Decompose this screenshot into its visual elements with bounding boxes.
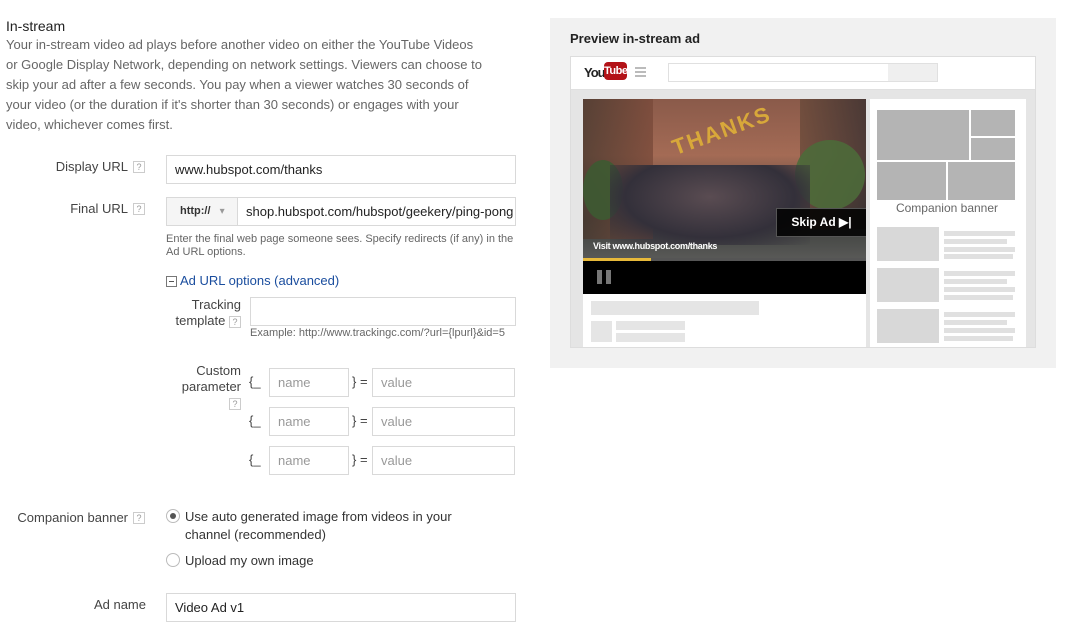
related-text-placeholder [944, 320, 1007, 325]
final-url-hint: Enter the final web page someone sees. S… [166, 233, 514, 258]
custom-param-value-input[interactable]: value [372, 407, 515, 436]
related-thumb-placeholder [877, 268, 939, 302]
protocol-value: http:// [180, 205, 211, 217]
pause-icon [597, 270, 612, 284]
radio-auto-generated-line1: Use auto generated image from videos in … [185, 509, 452, 524]
custom-parameter-label-line2: parameter [181, 379, 241, 394]
custom-param-value-input[interactable]: value [372, 446, 515, 475]
tracking-template-help-icon[interactable]: ? [229, 315, 241, 328]
custom-param-value-input[interactable]: value [372, 368, 515, 397]
video-title-placeholder [591, 301, 759, 315]
tracking-template-label-line2: template ? [150, 313, 241, 329]
video-visit-link: Visit www.hubspot.com/thanks [593, 241, 718, 251]
close-brace-equals: } = [352, 374, 368, 389]
related-text-placeholder [944, 271, 1015, 276]
youtube-logo-text: You [584, 65, 606, 80]
tracking-template-input[interactable] [250, 297, 516, 326]
radio-upload-own[interactable] [166, 553, 180, 567]
open-brace: {_ [249, 413, 261, 428]
companion-banner-label: Companion banner [17, 510, 128, 525]
skip-ad-button: Skip Ad ▶| [776, 208, 866, 237]
related-text-placeholder [944, 231, 1015, 236]
companion-banner-caption: Companion banner [895, 201, 999, 215]
channel-avatar-placeholder [591, 321, 612, 342]
view-count-placeholder [616, 333, 685, 342]
ad-name-label: Ad name [93, 597, 146, 612]
display-url-label: Display URL [55, 159, 128, 174]
companion-banner-tile [877, 110, 969, 160]
related-text-placeholder [944, 239, 1007, 244]
related-thumb-placeholder [877, 227, 939, 261]
custom-parameter-help-icon[interactable]: ? [229, 397, 241, 410]
radio-auto-generated-line2: channel (recommended) [185, 527, 326, 542]
display-url-help-icon[interactable]: ? [133, 161, 145, 173]
final-url-label: Final URL [70, 201, 128, 216]
companion-banner-tile [971, 110, 1015, 136]
display-url-input[interactable]: www.hubspot.com/thanks [166, 155, 516, 184]
related-text-placeholder [944, 279, 1007, 284]
ad-url-options-label: Ad URL options (advanced) [180, 273, 340, 288]
tracking-template-label-text: template [175, 313, 226, 328]
custom-param-name-input[interactable]: name [269, 446, 349, 475]
radio-auto-generated-label[interactable]: Use auto generated image from videos in … [185, 508, 452, 544]
related-thumb-placeholder [877, 309, 939, 343]
ad-name-input[interactable]: Video Ad v1 [166, 593, 516, 622]
companion-banner-tile [877, 162, 946, 200]
section-heading: In-stream [6, 18, 66, 34]
companion-banner-help-icon[interactable]: ? [133, 512, 145, 524]
related-text-placeholder [944, 254, 1013, 259]
open-brace: {_ [249, 374, 261, 389]
companion-banner-tile [971, 138, 1015, 160]
related-text-placeholder [944, 328, 1015, 333]
final-url-input[interactable]: shop.hubspot.com/hubspot/geekery/ping-po… [237, 197, 516, 226]
radio-upload-own-label[interactable]: Upload my own image [185, 552, 314, 570]
related-text-placeholder [944, 247, 1015, 252]
youtube-search-button-placeholder [888, 64, 937, 81]
related-text-placeholder [944, 312, 1015, 317]
custom-param-name-input[interactable]: name [269, 368, 349, 397]
preview-title: Preview in-stream ad [570, 31, 701, 46]
close-brace-equals: } = [352, 452, 368, 467]
section-description: Your in-stream video ad plays before ano… [6, 37, 482, 132]
tracking-template-label-line1: Tracking [191, 297, 241, 312]
channel-name-placeholder [616, 321, 685, 330]
protocol-dropdown[interactable]: http:// ▾ [166, 197, 238, 226]
collapse-icon [166, 276, 177, 288]
chevron-down-icon: ▾ [219, 206, 225, 217]
custom-parameter-label-line1: Custom [196, 363, 241, 378]
custom-parameter-label: Custom parameter ? [150, 363, 241, 411]
related-text-placeholder [944, 295, 1013, 300]
ad-url-options-toggle[interactable]: Ad URL options (advanced) [166, 273, 339, 288]
radio-auto-generated[interactable] [166, 509, 180, 523]
related-text-placeholder [944, 287, 1015, 292]
video-controls-bar [583, 261, 866, 294]
companion-banner-tile [948, 162, 1015, 200]
hamburger-menu-icon [635, 67, 646, 77]
tracking-template-label: Tracking template ? [150, 297, 241, 329]
open-brace: {_ [249, 452, 261, 467]
close-brace-equals: } = [352, 413, 368, 428]
final-url-help-icon[interactable]: ? [133, 203, 145, 215]
custom-param-name-input[interactable]: name [269, 407, 349, 436]
tracking-template-example: Example: http://www.trackingc.com/?url={… [250, 327, 505, 339]
youtube-logo-icon: Tube [604, 62, 628, 80]
related-text-placeholder [944, 336, 1013, 341]
